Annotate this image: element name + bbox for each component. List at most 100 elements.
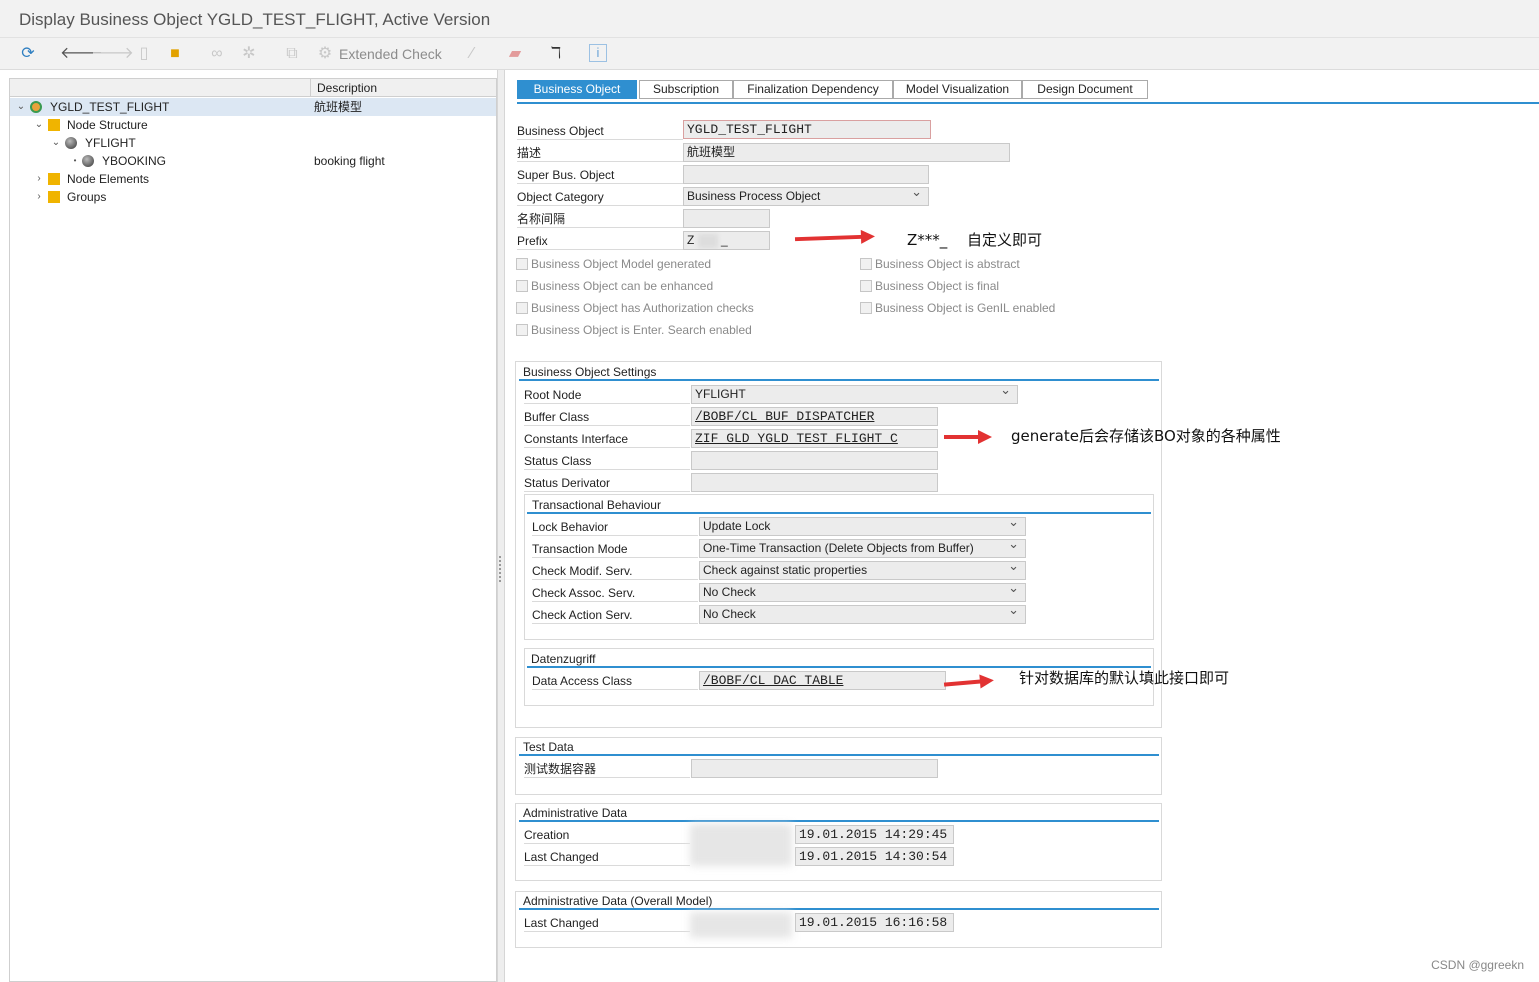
check-action-serv-select[interactable]: No Check bbox=[699, 605, 1026, 624]
checkbox-icon[interactable] bbox=[860, 302, 872, 314]
label-super-bus-object: Super Bus. Object bbox=[517, 164, 683, 184]
prefix-field[interactable]: Z _ bbox=[683, 231, 770, 250]
blurred-user-region bbox=[690, 824, 792, 866]
glasses-icon[interactable]: ∞ bbox=[207, 44, 227, 64]
creation-timestamp: 19.01.2015 14:29:45 bbox=[795, 825, 954, 844]
forward-arrow-icon[interactable]: 🡒 bbox=[91, 44, 134, 64]
checkbox-icon[interactable] bbox=[516, 280, 528, 292]
checkbox-icon[interactable] bbox=[516, 324, 528, 336]
check-modif-serv-select[interactable]: Check against static properties bbox=[699, 561, 1026, 580]
checkbox-abstract[interactable]: Business Object is abstract bbox=[860, 256, 1020, 272]
checkbox-icon[interactable] bbox=[860, 280, 872, 292]
tree-node-structure[interactable]: ⌄ Node Structure bbox=[10, 116, 496, 134]
copy-icon[interactable]: ⧉ bbox=[282, 44, 302, 64]
admin-overall-group-title: Administrative Data (Overall Model) bbox=[519, 892, 1159, 910]
lock-behavior-select[interactable]: Update Lock bbox=[699, 517, 1026, 536]
namespace-field[interactable] bbox=[683, 209, 770, 228]
status-class-field[interactable] bbox=[691, 451, 938, 470]
label-test-data-container: 测试数据容器 bbox=[524, 758, 690, 778]
tree-node-elements[interactable]: › Node Elements bbox=[10, 170, 496, 188]
expand-icon[interactable]: › bbox=[34, 170, 44, 188]
collapse-icon[interactable]: ⌄ bbox=[34, 116, 44, 134]
label-check-action-serv: Check Action Serv. bbox=[532, 604, 698, 624]
data-access-class-field[interactable]: /BOBF/CL_DAC_TABLE bbox=[699, 671, 946, 690]
splitter-grip-icon[interactable] bbox=[499, 556, 503, 582]
business-object-field[interactable]: YGLD_TEST_FLIGHT bbox=[683, 120, 931, 139]
blurred-user-region bbox=[690, 912, 792, 938]
label-object-category: Object Category bbox=[517, 186, 683, 206]
expand-icon[interactable]: › bbox=[34, 188, 44, 206]
tree-node-root[interactable]: ⌄ YGLD_TEST_FLIGHT 航班模型 bbox=[10, 98, 496, 116]
annotation-dac: 针对数据库的默认填此接口即可 bbox=[1019, 669, 1230, 687]
label-status-class: Status Class bbox=[524, 450, 690, 470]
object-tree-panel bbox=[9, 78, 497, 982]
collapse-icon[interactable]: ⌄ bbox=[16, 98, 26, 116]
folder-icon bbox=[48, 191, 60, 203]
checkbox-label: Business Object Model generated bbox=[531, 257, 712, 271]
description-field[interactable]: 航班模型 bbox=[683, 143, 1010, 162]
checkbox-icon[interactable] bbox=[516, 258, 528, 270]
label-root-node: Root Node bbox=[524, 384, 690, 404]
where-used-icon[interactable]: ℸ bbox=[546, 44, 566, 64]
root-node-select[interactable]: YFLIGHT bbox=[691, 385, 1018, 404]
checkbox-icon[interactable] bbox=[516, 302, 528, 314]
wand-icon[interactable]: ⁄ bbox=[462, 44, 482, 64]
application-toolbar: ⟳ 🡐 🡒 ▯ ■ ∞ ✲ ⧉ ⚙ Extended Check ⁄ ▰ ℸ i bbox=[0, 38, 1539, 70]
info-icon[interactable]: i bbox=[589, 44, 607, 62]
tab-subscription[interactable]: Subscription bbox=[639, 80, 733, 99]
constants-interface-field[interactable]: ZIF_GLD_YGLD_TEST_FLIGHT_C bbox=[691, 429, 938, 448]
extended-check-icon[interactable]: ⚙ bbox=[315, 44, 335, 64]
last-changed-timestamp: 19.01.2015 14:30:54 bbox=[795, 847, 954, 866]
checkbox-icon[interactable] bbox=[860, 258, 872, 270]
collapse-icon[interactable]: ⌄ bbox=[51, 134, 61, 152]
checkbox-label: Business Object can be enhanced bbox=[531, 279, 714, 293]
tree-column-description: Description bbox=[310, 79, 496, 97]
label-check-assoc-serv: Check Assoc. Serv. bbox=[532, 582, 698, 602]
checkbox-authorization-checks[interactable]: Business Object has Authorization checks bbox=[516, 300, 754, 316]
annotation-prefix: Z***_ 自定义即可 bbox=[907, 231, 1043, 249]
pane-splitter[interactable] bbox=[497, 70, 505, 982]
tree-node-label: YGLD_TEST_FLIGHT bbox=[50, 100, 170, 114]
checkbox-label: Business Object is GenIL enabled bbox=[875, 301, 1056, 315]
label-constants-interface: Constants Interface bbox=[524, 428, 690, 448]
label-business-object: Business Object bbox=[517, 120, 683, 140]
label-check-modif-serv: Check Modif. Serv. bbox=[532, 560, 698, 580]
back-arrow-icon[interactable]: 🡐 bbox=[60, 44, 103, 64]
label-status-derivator: Status Derivator bbox=[524, 472, 690, 492]
tree-node-groups[interactable]: › Groups bbox=[10, 188, 496, 206]
super-bo-field[interactable] bbox=[683, 165, 929, 184]
label-buffer-class: Buffer Class bbox=[524, 406, 690, 426]
window-title: Display Business Object YGLD_TEST_FLIGHT… bbox=[19, 10, 491, 29]
admin-data-group-title: Administrative Data bbox=[519, 804, 1159, 822]
transactional-group-title: Transactional Behaviour bbox=[527, 496, 1151, 514]
status-derivator-field[interactable] bbox=[691, 473, 938, 492]
refresh-icon[interactable]: ⟳ bbox=[18, 44, 38, 64]
business-object-icon bbox=[30, 101, 42, 113]
transaction-mode-select[interactable]: One-Time Transaction (Delete Objects fro… bbox=[699, 539, 1026, 558]
tab-business-object[interactable]: Business Object bbox=[517, 80, 637, 99]
open-folder-icon[interactable]: ■ bbox=[165, 44, 185, 64]
buffer-class-field[interactable]: /BOBF/CL_BUF_DISPATCHER bbox=[691, 407, 938, 426]
label-creation: Creation bbox=[524, 824, 690, 844]
label-description: 描述 bbox=[517, 142, 683, 162]
checkbox-enter-search-enabled[interactable]: Business Object is Enter. Search enabled bbox=[516, 322, 752, 338]
object-category-select[interactable]: Business Process Object bbox=[683, 187, 929, 206]
label-namespace: 名称间隔 bbox=[517, 208, 683, 228]
checkbox-model-generated[interactable]: Business Object Model generated bbox=[516, 256, 711, 272]
checkbox-final[interactable]: Business Object is final bbox=[860, 278, 999, 294]
checkbox-genil-enabled[interactable]: Business Object is GenIL enabled bbox=[860, 300, 1055, 316]
checkbox-label: Business Object is final bbox=[875, 279, 1000, 293]
extended-check-button[interactable]: Extended Check bbox=[339, 44, 442, 64]
checkbox-label: Business Object has Authorization checks bbox=[531, 301, 754, 315]
test-data-container-field[interactable] bbox=[691, 759, 938, 778]
activate-icon[interactable]: ✲ bbox=[239, 44, 259, 64]
tree-node-ybooking[interactable]: • YBOOKING booking flight bbox=[10, 152, 496, 170]
tree-node-yflight[interactable]: ⌄ YFLIGHT bbox=[10, 134, 496, 152]
transport-truck-icon[interactable]: ▰ bbox=[505, 44, 525, 64]
checkbox-can-be-enhanced[interactable]: Business Object can be enhanced bbox=[516, 278, 713, 294]
new-document-icon[interactable]: ▯ bbox=[134, 44, 154, 64]
tab-finalization-dependency[interactable]: Finalization Dependency bbox=[733, 80, 893, 99]
tab-design-document[interactable]: Design Document bbox=[1022, 80, 1148, 99]
check-assoc-serv-select[interactable]: No Check bbox=[699, 583, 1026, 602]
tab-model-visualization[interactable]: Model Visualization bbox=[893, 80, 1022, 99]
